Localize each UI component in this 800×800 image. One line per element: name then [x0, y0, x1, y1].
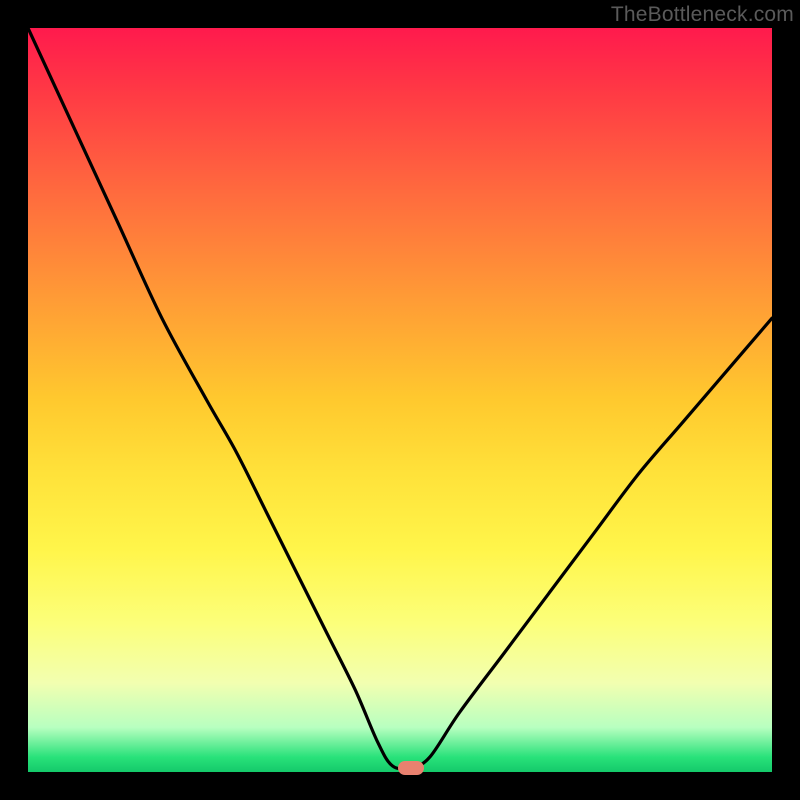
chart-frame: TheBottleneck.com — [0, 0, 800, 800]
bottleneck-curve-path — [28, 28, 772, 769]
plot-area — [28, 28, 772, 772]
curve-svg — [28, 28, 772, 772]
watermark-text: TheBottleneck.com — [611, 3, 794, 27]
optimal-point-marker — [398, 761, 424, 775]
